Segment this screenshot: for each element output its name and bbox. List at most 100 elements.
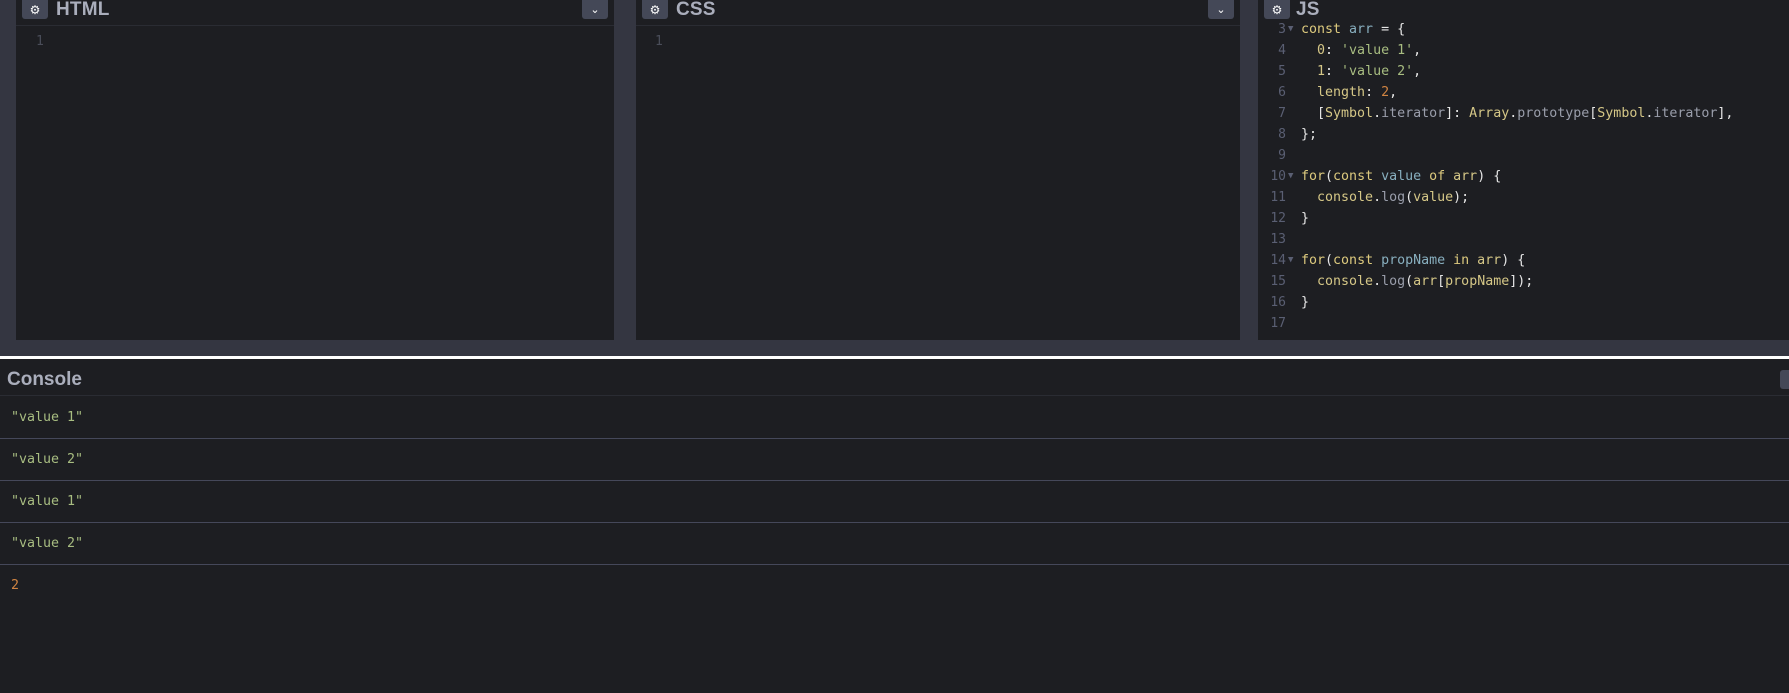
code-token: . [1373,190,1382,205]
html-settings-button[interactable]: ⚙ [22,0,48,19]
code-token: const [1301,22,1350,37]
code-token: arr [1413,274,1438,289]
code-line[interactable]: 12} [1258,208,1789,229]
html-editor-header: ⚙ HTML ⌄ [16,0,614,26]
console-entry: "value 1" [0,481,1789,523]
js-settings-button[interactable]: ⚙ [1264,0,1290,19]
gear-icon: ⚙ [649,2,661,17]
code-token: prototype [1517,106,1590,121]
code-token: 1 [1317,64,1326,79]
code-token: : [1365,85,1382,100]
console-title: Console [7,369,82,390]
code-text: [Symbol.iterator]: Array.prototype[Symbo… [1301,103,1733,124]
line-number: 3 [1278,22,1286,37]
code-token: ) { [1501,253,1526,268]
line-number: 9 [1278,148,1286,163]
code-token: ( [1405,274,1414,289]
js-editor-title: JS [1296,0,1320,20]
code-token: : [1325,43,1342,58]
fold-arrow-icon[interactable]: ▼ [1288,250,1293,271]
console-entry: "value 2" [0,523,1789,565]
code-token: ], [1717,106,1734,121]
code-text: for(const propName in arr) { [1301,250,1525,271]
code-token: in [1445,253,1478,268]
css-settings-button[interactable]: ⚙ [642,0,668,19]
html-editor[interactable]: ⚙ HTML ⌄ 1 [16,0,614,340]
gear-icon: ⚙ [1271,2,1283,17]
panel-resizer[interactable] [0,340,1789,357]
fold-arrow-icon[interactable]: ▼ [1288,166,1293,187]
code-token: : [1325,64,1342,79]
css-editor[interactable]: ⚙ CSS ⌄ 1 [636,0,1240,340]
css-collapse-button[interactable]: ⌄ [1208,0,1234,19]
code-text: 0: 'value 1', [1301,40,1421,61]
code-line[interactable]: 14 ▼ for(const propName in arr) { [1258,250,1789,271]
code-line[interactable]: 17 [1258,313,1789,334]
line-number: 17 [1270,316,1286,331]
code-line[interactable]: 9 [1258,145,1789,166]
code-token: } [1301,211,1310,226]
code-token: ]); [1509,274,1534,289]
code-token: , [1413,64,1422,79]
code-token: . [1373,274,1382,289]
js-code-area[interactable]: 3 ▼ const arr = {4 0: 'value 1', 5 1: 'valu… [1258,20,1789,340]
chevron-down-icon: ⌄ [1216,4,1226,16]
code-token: 'value 1' [1341,43,1414,58]
console-entry-text: 2 [11,578,20,593]
line-number: 1 [655,34,663,49]
code-line[interactable]: 8}; [1258,124,1789,145]
code-token: [ [1437,274,1446,289]
code-text: } [1301,208,1309,229]
code-token: Array [1469,106,1510,121]
code-token: ]: [1445,106,1470,121]
code-token: iterator [1381,106,1446,121]
code-text: console.log(value); [1301,187,1469,208]
code-token: ( [1325,169,1334,184]
line-number: 4 [1278,43,1286,58]
code-token: iterator [1653,106,1718,121]
code-line[interactable]: 5 1: 'value 2', [1258,61,1789,82]
console-entry-text: "value 1" [11,410,84,425]
code-line[interactable]: 6 length: 2, [1258,82,1789,103]
css-editor-title: CSS [676,0,716,20]
console-entry: "value 2" [0,439,1789,481]
code-token: 'value 2' [1341,64,1414,79]
code-token: const [1333,169,1382,184]
code-line[interactable]: 13 [1258,229,1789,250]
html-collapse-button[interactable]: ⌄ [582,0,608,19]
code-line[interactable]: 11 console.log(value); [1258,187,1789,208]
line-number: 1 [36,34,44,49]
code-token: propName [1381,253,1446,268]
code-token: [ [1301,106,1326,121]
console-entry-text: "value 2" [11,536,84,551]
js-editor[interactable]: ⚙ JS 3 ▼ const arr = {4 0: 'value 1', 5 1: … [1258,0,1789,340]
code-text: } [1301,292,1309,313]
console-panel: Console "value 1" "value 2" "value 1" "v… [0,359,1789,693]
line-number: 14 [1270,253,1286,268]
code-line[interactable]: 15 console.log(arr[propName]); [1258,271,1789,292]
code-token: ); [1453,190,1470,205]
line-number: 5 [1278,64,1286,79]
code-token: propName [1445,274,1510,289]
code-line[interactable]: 7 [Symbol.iterator]: Array.prototype[Sym… [1258,103,1789,124]
code-token: arr [1477,253,1502,268]
code-line[interactable]: 10 ▼ for(const value of arr) { [1258,166,1789,187]
code-token: }; [1301,127,1318,142]
console-entry-text: "value 1" [11,494,84,509]
console-toggle-button[interactable] [1780,370,1789,389]
code-text: const arr = { [1301,20,1405,40]
console-entry: "value 1" [0,397,1789,439]
code-line[interactable]: 16} [1258,292,1789,313]
code-token: value [1381,169,1422,184]
code-line[interactable]: 3 ▼ const arr = { [1258,20,1789,40]
code-line[interactable]: 4 0: 'value 1', [1258,40,1789,61]
fold-arrow-icon[interactable]: ▼ [1288,20,1293,40]
editors-panel: ⚙ HTML ⌄ 1 ⚙ CSS ⌄ 1 ⚙ JS 3 ▼ const arr … [0,0,1789,340]
line-number: 15 [1270,274,1286,289]
code-token: 0 [1317,43,1326,58]
